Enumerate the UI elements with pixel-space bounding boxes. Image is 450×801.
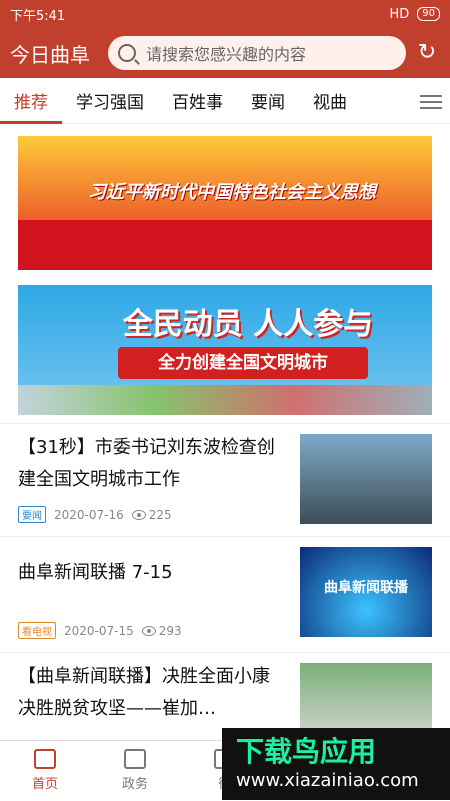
- thumbnail-text: 曲阜新闻联播: [324, 580, 408, 596]
- search-input[interactable]: 请搜索您感兴趣的内容: [108, 36, 406, 70]
- news-date: 2020-07-16: [54, 507, 124, 522]
- status-bar: 下午5:41 HD 90: [0, 0, 450, 28]
- tab-video[interactable]: 视曲: [299, 88, 361, 113]
- banner-title: 习近平新时代中国特色社会主义思想: [88, 182, 376, 203]
- menu-icon[interactable]: [420, 91, 442, 113]
- news-date: 2020-07-15: [64, 623, 134, 638]
- news-thumbnail: 曲阜新闻联播: [300, 547, 432, 637]
- banner-subtitle: 全力创建全国文明城市: [118, 347, 368, 379]
- tab-people[interactable]: 百姓事: [158, 88, 237, 113]
- watermark: 下载鸟应用 www.xiazainiao.com: [222, 728, 450, 800]
- tab-recommend[interactable]: 推荐: [0, 88, 62, 124]
- list-item[interactable]: 【曲阜新闻联播】决胜全面小康 决胜脱贫攻坚——崔加…: [0, 652, 450, 743]
- views-count: 293: [141, 624, 182, 638]
- banner-ideology[interactable]: 习近平新时代中国特色社会主义思想: [18, 136, 432, 270]
- status-time: 下午5:41: [10, 8, 66, 24]
- app-logo: 今日曲阜: [10, 42, 90, 67]
- battery-icon: 90: [417, 7, 440, 21]
- nav-home[interactable]: 首页: [0, 741, 90, 801]
- tab-study[interactable]: 学习强国: [62, 88, 158, 113]
- list-item[interactable]: 曲阜新闻联播 7-15 看电视 2020-07-15 293 曲阜新闻联播: [0, 536, 450, 651]
- tab-news[interactable]: 要闻: [237, 88, 299, 113]
- banner-title: 全民动员 人人参与: [122, 307, 374, 342]
- list-item[interactable]: 【31秒】市委书记刘东波检查创建全国文明城市工作 要闻 2020-07-16 2…: [0, 423, 450, 535]
- news-thumbnail: [300, 434, 432, 524]
- app-header: 今日曲阜 请搜索您感兴趣的内容 ↻: [0, 28, 450, 78]
- news-meta: 看电视 2020-07-15 293: [18, 622, 182, 639]
- eye-icon: [131, 510, 146, 520]
- watermark-url: www.xiazainiao.com: [236, 770, 419, 791]
- news-meta: 要闻 2020-07-16 225: [18, 506, 172, 523]
- city-skyline-image: [18, 220, 432, 270]
- refresh-icon[interactable]: ↻: [414, 40, 440, 66]
- news-title: 【曲阜新闻联播】决胜全面小康 决胜脱贫攻坚——崔加…: [18, 666, 270, 719]
- building-icon: [124, 749, 146, 769]
- news-tag: 要闻: [18, 506, 46, 523]
- signal-icon: HD: [389, 6, 410, 22]
- views-count: 225: [131, 508, 172, 522]
- news-title: 曲阜新闻联播 7-15: [18, 562, 173, 583]
- category-tabs: 推荐 学习强国 百姓事 要闻 视曲: [0, 78, 450, 124]
- home-icon: [34, 749, 56, 769]
- search-placeholder: 请搜索您感兴趣的内容: [146, 45, 307, 64]
- news-title: 【31秒】市委书记刘东波检查创建全国文明城市工作: [18, 437, 275, 490]
- eye-icon: [141, 626, 156, 636]
- nav-government[interactable]: 政务: [90, 741, 180, 801]
- buildings-image: [18, 385, 432, 415]
- search-icon: [118, 44, 136, 62]
- news-tag: 看电视: [18, 622, 56, 639]
- watermark-title: 下载鸟应用: [236, 735, 377, 768]
- banner-civilized-city[interactable]: 全民动员 人人参与 全力创建全国文明城市: [18, 285, 432, 415]
